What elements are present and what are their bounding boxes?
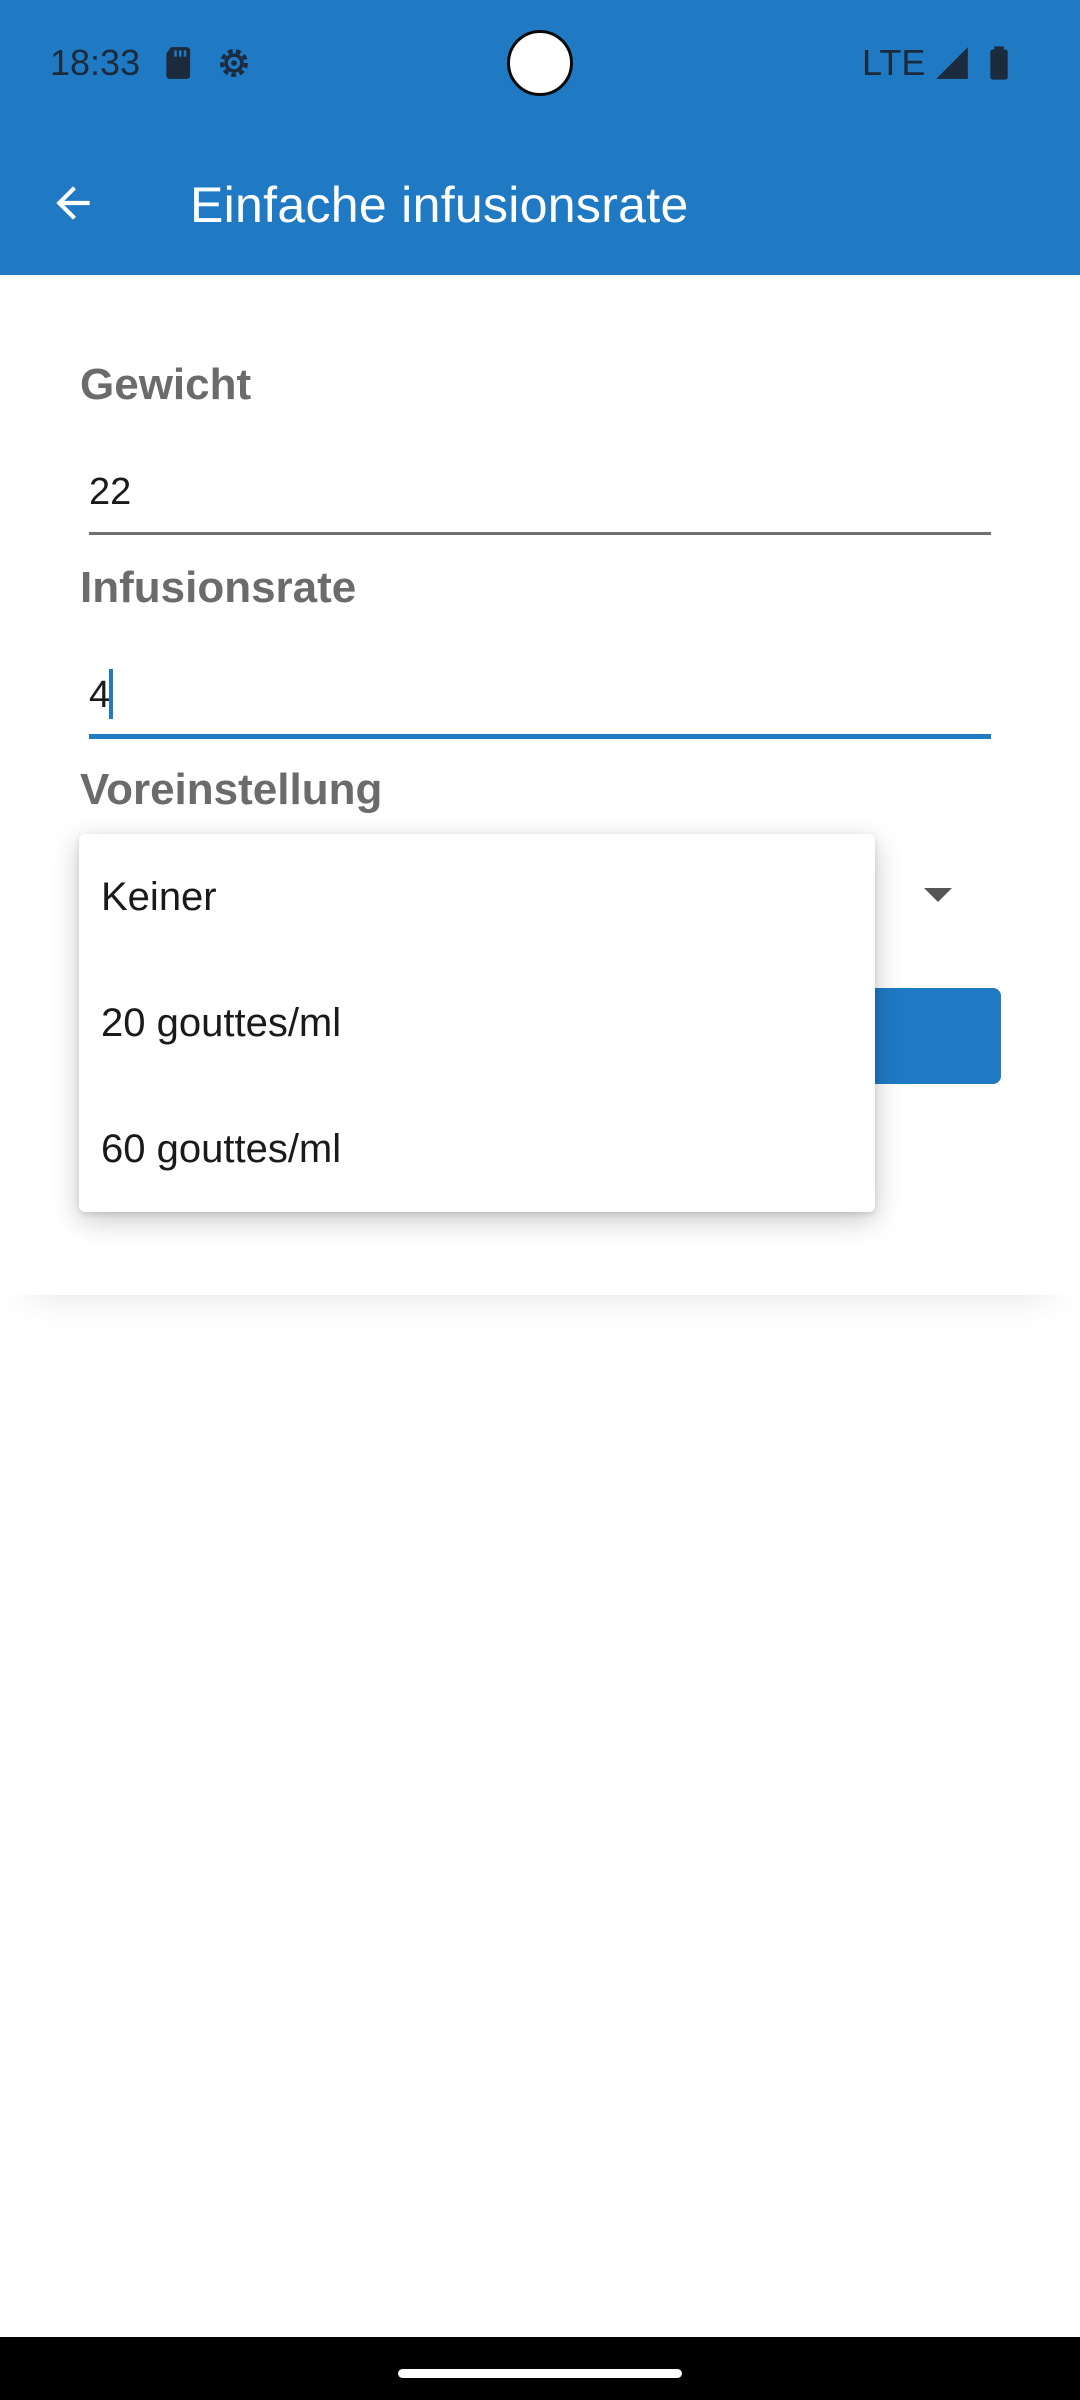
- page-title: Einfache infusionsrate: [190, 177, 689, 233]
- dropdown-option-60-gouttes[interactable]: 60 gouttes/ml: [79, 1086, 875, 1212]
- status-time: 18:33: [50, 42, 141, 83]
- battery-icon: [980, 44, 1018, 82]
- status-bar: 18:33 LTE: [0, 0, 1080, 130]
- back-button[interactable]: [38, 170, 108, 240]
- dropdown-option-label: 60 gouttes/ml: [101, 1126, 342, 1171]
- sd-card-icon: [160, 44, 198, 82]
- home-gesture-pill[interactable]: [398, 2369, 682, 2378]
- calculate-button[interactable]: [860, 988, 1001, 1084]
- preset-dropdown-menu: Keiner 20 gouttes/ml 60 gouttes/ml: [79, 834, 875, 1212]
- infusion-rate-input[interactable]: [89, 659, 991, 731]
- dropdown-option-label: 20 gouttes/ml: [101, 1000, 342, 1045]
- infusion-rate-label: Infusionsrate: [80, 563, 357, 612]
- dropdown-arrow-icon[interactable]: [924, 888, 952, 902]
- infusion-rate-input-underline: [89, 734, 991, 739]
- app-header: 18:33 LTE Einfache infusionsrate: [0, 0, 1080, 275]
- dropdown-option-label: Keiner: [101, 874, 217, 919]
- signal-icon: [933, 44, 971, 82]
- toolbar: Einfache infusionsrate: [0, 140, 1080, 270]
- preset-label: Voreinstellung: [80, 765, 383, 814]
- arrow-left-icon: [48, 178, 98, 233]
- weight-input-underline: [89, 532, 991, 535]
- text-cursor: [109, 669, 113, 719]
- network-type: LTE: [862, 42, 926, 83]
- screen: 18:33 LTE Einfache infusionsrate Gewicht…: [0, 0, 1080, 2400]
- front-camera: [507, 30, 573, 96]
- dropdown-option-keiner[interactable]: Keiner: [79, 834, 875, 960]
- settings-gear-icon: [215, 44, 253, 82]
- weight-label: Gewicht: [80, 360, 252, 409]
- dropdown-option-20-gouttes[interactable]: 20 gouttes/ml: [79, 960, 875, 1086]
- weight-input[interactable]: [89, 456, 991, 528]
